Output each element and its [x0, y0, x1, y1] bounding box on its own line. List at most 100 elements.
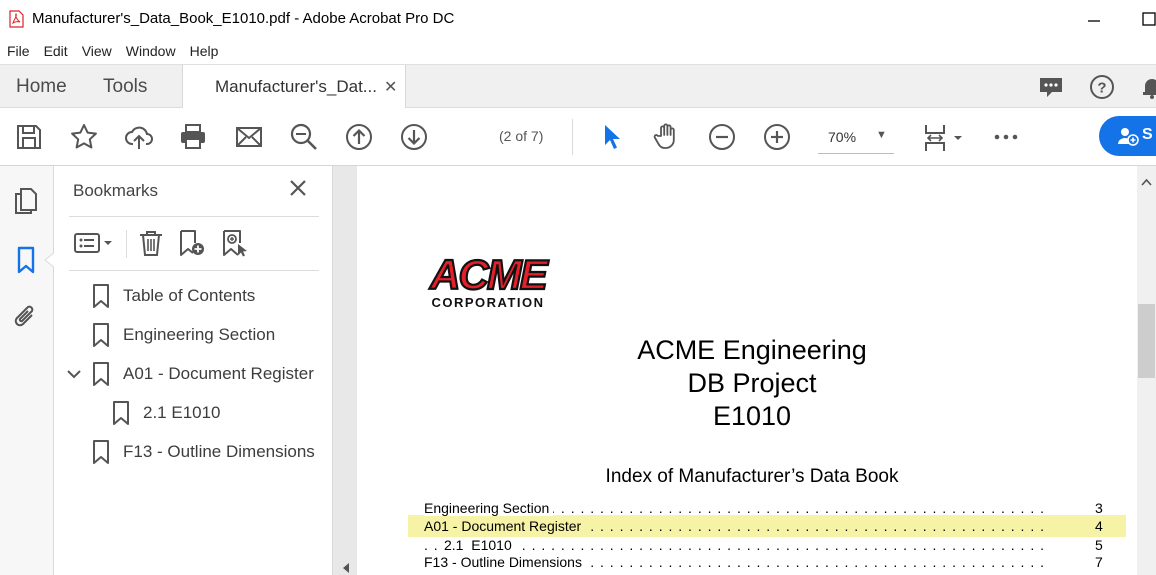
document-heading-line: E1010 [712, 401, 792, 431]
index-entry-label: F13 - Outline Dimensions [424, 554, 586, 570]
close-tab-icon[interactable]: ✕ [384, 77, 397, 97]
index-entry-label: 2.1 E1010 [444, 537, 516, 553]
save-icon[interactable] [14, 122, 44, 152]
bookmarks-title: Bookmarks [73, 181, 159, 200]
zoom-value: 70% [828, 129, 857, 145]
leader-dots: . . . . . . . . . . . . . . . . . . . . … [424, 537, 1046, 553]
logo-subtext: CORPORATION [431, 295, 544, 310]
index-entry-label: Engineering Section [424, 500, 554, 516]
pdf-file-icon [9, 10, 24, 28]
bookmarks-panel-icon[interactable] [12, 245, 40, 275]
toolbar-divider [572, 119, 573, 155]
menu-window[interactable]: Window [126, 43, 176, 59]
zoom-select[interactable]: 70% ▼ [818, 120, 894, 154]
acme-logo: ACME CORPORATION [428, 252, 553, 310]
page-thumbnails-icon[interactable] [12, 186, 40, 216]
document-heading-line: DB Project [687, 368, 817, 398]
menu-view[interactable]: View [82, 43, 112, 59]
menu-edit[interactable]: Edit [44, 43, 68, 59]
index-entry-page: 3 [1095, 500, 1103, 516]
menu-file[interactable]: File [7, 43, 30, 59]
comment-icon[interactable] [1037, 73, 1065, 101]
bookmark-star-icon[interactable] [69, 122, 99, 152]
window-title: Manufacturer's_Data_Book_E1010.pdf - Ado… [32, 10, 455, 27]
share-button[interactable]: S [1099, 116, 1156, 156]
page-number-input[interactable] [454, 122, 496, 152]
zoom-in-icon[interactable] [762, 122, 792, 152]
scroll-up-icon[interactable] [1141, 178, 1152, 186]
svg-text:?: ? [1097, 80, 1106, 97]
scroll-left-icon[interactable] [341, 562, 351, 574]
close-pane-icon[interactable] [288, 178, 308, 198]
chevron-down-icon: ▼ [876, 129, 887, 141]
maximize-icon[interactable] [1138, 6, 1156, 30]
tool-divider [126, 230, 127, 258]
index-title: Index of Manufacturer’s Data Book [605, 466, 899, 487]
pane-divider [69, 270, 319, 271]
bookmark-item[interactable]: F13 - Outline Dimensions [92, 437, 315, 467]
index-entry-page: 5 [1095, 537, 1103, 553]
index-entry[interactable]: . . . . . . . . . . . . . . . . . . . . … [424, 518, 1104, 536]
zoom-out-icon[interactable] [707, 122, 737, 152]
fit-page-icon[interactable] [921, 122, 965, 152]
share-button-label: S [1142, 126, 1153, 143]
next-page-icon[interactable] [399, 122, 429, 152]
delete-bookmark-icon[interactable] [136, 228, 166, 258]
menu-bar: File Edit View Window Help [0, 38, 1156, 64]
chevron-down-icon[interactable] [66, 368, 82, 380]
index-entry-page: 4 [1095, 518, 1103, 534]
page-count: (2 of 7) [499, 128, 544, 144]
more-tools-icon[interactable] [991, 122, 1021, 152]
tab-home[interactable]: Home [16, 65, 67, 108]
index-entry[interactable]: . . . . . . . . . . . . . . . . . . . . … [424, 537, 1104, 555]
tab-document-label: Manufacturer's_Dat... [215, 77, 377, 96]
email-icon[interactable] [234, 122, 264, 152]
left-scroll-track [337, 166, 357, 575]
upload-cloud-icon[interactable] [124, 122, 154, 152]
title-bar: Manufacturer's_Data_Book_E1010.pdf - Ado… [0, 0, 1156, 38]
minimize-icon[interactable] [1082, 6, 1106, 30]
bookmark-item[interactable]: A01 - Document Register [92, 359, 314, 389]
tab-bar: Home Tools Manufacturer's_Dat... ✕ ? [0, 64, 1156, 109]
tab-tools[interactable]: Tools [103, 65, 147, 108]
index-entry[interactable]: . . . . . . . . . . . . . . . . . . . . … [424, 554, 1104, 572]
pane-divider [69, 216, 319, 217]
bookmark-label: 2.1 E1010 [143, 403, 221, 422]
document-heading-line: ACME Engineering [637, 335, 867, 365]
add-user-icon [1118, 128, 1139, 146]
bookmark-icon [93, 440, 109, 464]
bookmark-label: A01 - Document Register [123, 364, 314, 383]
logo-text: ACME [429, 252, 550, 298]
search-icon[interactable] [289, 122, 319, 152]
vertical-scrollbar[interactable] [1137, 166, 1156, 575]
select-cursor-icon[interactable] [597, 122, 627, 152]
attachments-icon[interactable] [12, 302, 40, 332]
bookmark-icon [93, 323, 109, 347]
index-entry-label: A01 - Document Register [424, 518, 586, 534]
bookmark-item[interactable]: Table of Contents [92, 281, 255, 311]
expand-bookmark-icon[interactable] [220, 228, 250, 258]
index-entry[interactable]: . . . . . . . . . . . . . . . . . . . . … [424, 500, 1104, 518]
index-entry-page: 7 [1095, 554, 1103, 570]
toolbar [0, 108, 1156, 166]
print-icon[interactable] [178, 122, 208, 152]
navigation-rail [0, 166, 54, 575]
bookmark-icon [113, 401, 129, 425]
scrollbar-thumb[interactable] [1138, 304, 1155, 378]
bookmarks-pane: Bookmarks Table of Contents Engineering … [54, 166, 333, 575]
previous-page-icon[interactable] [344, 122, 374, 152]
notifications-icon[interactable] [1138, 73, 1156, 101]
help-icon[interactable]: ? [1088, 73, 1116, 101]
bookmark-item[interactable]: Engineering Section [92, 320, 275, 350]
bookmark-label: F13 - Outline Dimensions [123, 442, 315, 461]
bookmark-label: Engineering Section [123, 325, 276, 344]
options-menu-icon[interactable] [73, 228, 117, 258]
menu-help[interactable]: Help [190, 43, 219, 59]
bookmark-icon [93, 362, 109, 386]
new-bookmark-icon[interactable] [177, 228, 207, 258]
bookmark-label: Table of Contents [123, 286, 256, 305]
hand-tool-icon[interactable] [652, 122, 682, 152]
tab-document[interactable]: Manufacturer's_Dat... ✕ [182, 65, 406, 109]
bookmark-icon [93, 284, 109, 308]
bookmark-item[interactable]: 2.1 E1010 [112, 398, 221, 428]
